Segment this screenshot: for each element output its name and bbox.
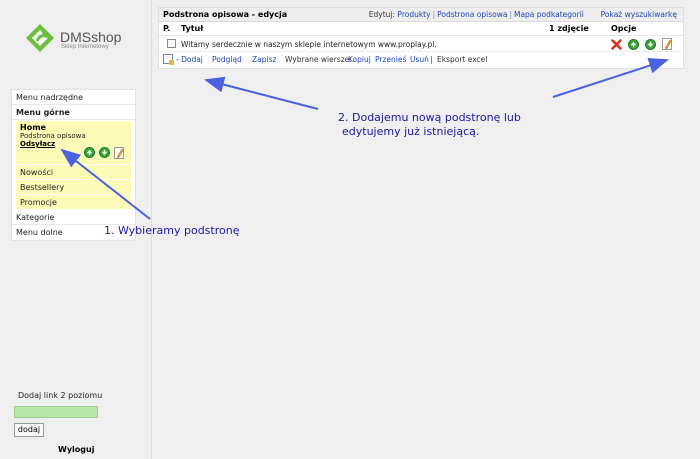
arrow-step2-left (204, 76, 319, 110)
annotation-step1: 1. Wybieramy podstronę (104, 224, 240, 237)
arrow-step2-right (552, 57, 669, 98)
annotation-step2-line2: edytujemy już istniejącą. (342, 125, 480, 138)
annotation-step2-line1: 2. Dodajemu nową podstronę lub (338, 111, 521, 124)
arrow-step1 (60, 148, 151, 220)
